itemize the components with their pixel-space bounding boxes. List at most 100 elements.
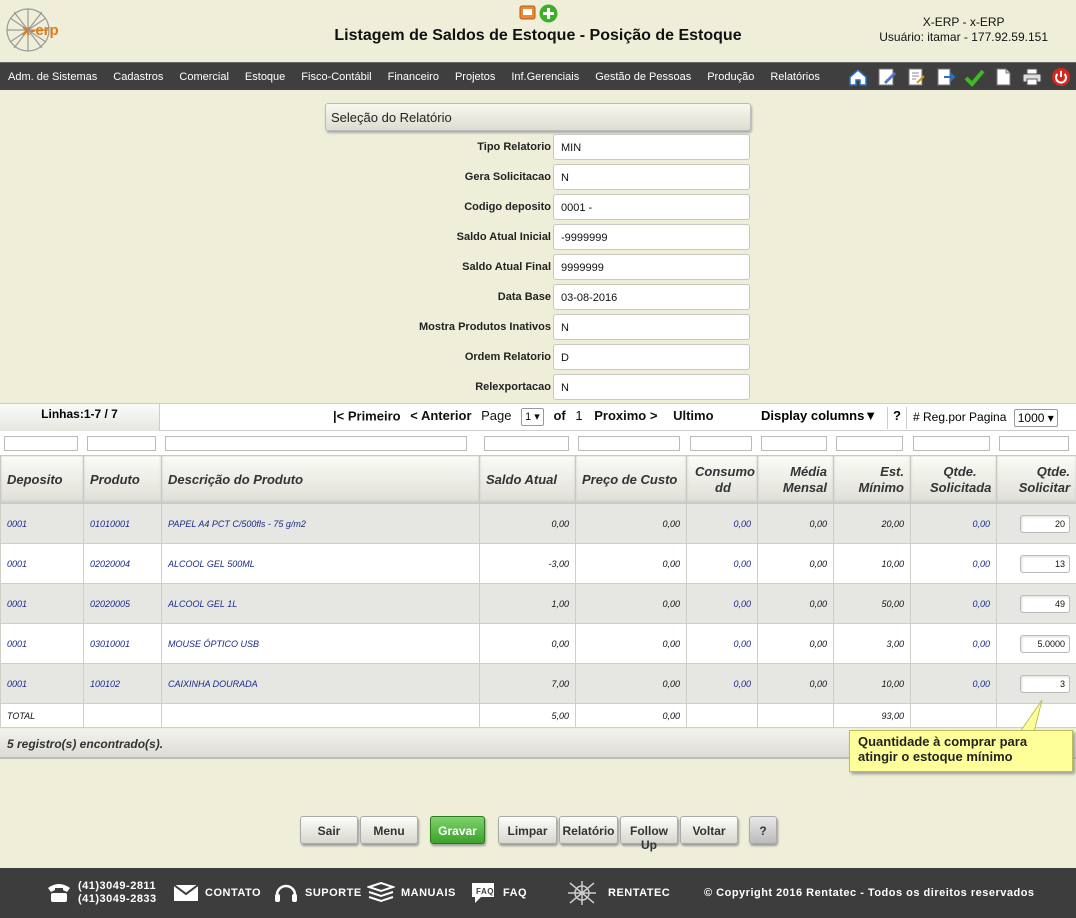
cell-saldo: 7,00 bbox=[479, 663, 576, 704]
filter-consumo-input[interactable] bbox=[690, 436, 752, 451]
col-qtde-solicitada[interactable]: Qtde. Solicitada bbox=[910, 455, 997, 504]
pager-help-button[interactable]: ? bbox=[887, 407, 907, 429]
codigo-deposito-field[interactable]: 0001 - bbox=[553, 194, 750, 220]
print-icon[interactable] bbox=[1021, 66, 1043, 88]
menu-item-comercial[interactable]: Comercial bbox=[171, 71, 237, 83]
table-row[interactable]: 0001 01010001 PAPEL A4 PCT C/500fls - 75 g… bbox=[0, 503, 1076, 544]
cell-solicitada: 0,00 bbox=[910, 623, 997, 664]
first-page-link[interactable]: |< Primeiro bbox=[333, 408, 401, 423]
col-deposito[interactable]: Deposito bbox=[0, 455, 84, 504]
filter-custo-input[interactable] bbox=[578, 436, 680, 451]
menu-item-projetos[interactable]: Projetos bbox=[447, 71, 503, 83]
ordem-relatorio-label: Ordem Relatorio bbox=[464, 351, 551, 363]
table-row[interactable]: 0001 02020005 ALCOOL GEL 1L 1,00 0,00 0,00 0,0… bbox=[0, 583, 1076, 624]
menu-item-cadastros[interactable]: Cadastros bbox=[105, 71, 171, 83]
footer-faq-link[interactable]: FAQ FAQ bbox=[469, 868, 527, 918]
records-per-page-select[interactable]: 1000 ▾ bbox=[1013, 409, 1058, 427]
cell-solicitar: 13 bbox=[996, 543, 1076, 584]
export-icon[interactable] bbox=[934, 66, 956, 88]
qtde-solicitar-input[interactable]: 20 bbox=[1020, 514, 1070, 533]
relexportacao-label: Relexportacao bbox=[475, 381, 551, 393]
follow-up-button[interactable]: Follow Up bbox=[620, 816, 678, 852]
col-est-minimo[interactable]: Est. Mínimo bbox=[833, 455, 911, 504]
page-label: Page bbox=[481, 408, 512, 424]
gera-solicitacao-field[interactable]: N bbox=[553, 164, 750, 190]
cell-produto: 01010001 bbox=[83, 503, 162, 544]
menu-item-financeiro[interactable]: Financeiro bbox=[380, 71, 447, 83]
saldo-atual-inicial-field[interactable]: -9999999 bbox=[553, 224, 750, 250]
filter-solicitar-input[interactable] bbox=[999, 436, 1069, 451]
qtde-solicitar-input[interactable]: 3 bbox=[1020, 674, 1070, 693]
filter-deposito-input[interactable] bbox=[4, 436, 78, 451]
qtde-solicitar-input[interactable]: 5.0000 bbox=[1020, 634, 1070, 653]
col-produto[interactable]: Produto bbox=[83, 455, 162, 504]
cell-produto: 100102 bbox=[83, 663, 162, 704]
ordem-relatorio-field[interactable]: D bbox=[553, 344, 750, 370]
document-edit-icon[interactable] bbox=[905, 66, 927, 88]
col-preco-custo[interactable]: Preço de Custo bbox=[575, 455, 687, 504]
voltar-button[interactable]: Voltar bbox=[680, 816, 738, 844]
prev-page-link[interactable]: < Anterior bbox=[410, 408, 471, 423]
data-base-field[interactable]: 03-08-2016 bbox=[553, 284, 750, 310]
page-icon[interactable] bbox=[992, 66, 1014, 88]
cell-custo: 0,00 bbox=[575, 503, 687, 544]
col-media-mensal[interactable]: Média Mensal bbox=[757, 455, 834, 504]
last-page-link[interactable]: Ultimo bbox=[673, 408, 713, 423]
display-columns-button[interactable]: Display columns▼ bbox=[761, 408, 877, 423]
cell-media: 0,00 bbox=[757, 543, 834, 584]
menu-item-gest-o-de-pessoas[interactable]: Gestão de Pessoas bbox=[587, 71, 699, 83]
mostra-produtos-inativos-field[interactable]: N bbox=[553, 314, 750, 340]
menu-item-adm-de-sistemas[interactable]: Adm. de Sistemas bbox=[0, 71, 105, 83]
power-icon[interactable] bbox=[1050, 66, 1072, 88]
footer-manuais-link[interactable]: MANUAIS bbox=[367, 868, 456, 918]
menu-item-inf-gerenciais[interactable]: Inf.Gerenciais bbox=[503, 71, 587, 83]
col-saldo-atual[interactable]: Saldo Atual bbox=[479, 455, 576, 504]
menu-item-estoque[interactable]: Estoque bbox=[237, 71, 293, 83]
tipo-relatorio-field[interactable]: MIN bbox=[553, 134, 750, 160]
footer-rentatec-link[interactable]: RENTATEC bbox=[566, 868, 670, 918]
relatorio-button[interactable]: Relatório bbox=[559, 816, 618, 844]
cell-solicitada: 0,00 bbox=[910, 663, 997, 704]
home-icon[interactable] bbox=[847, 66, 869, 88]
table-row[interactable]: 0001 100102 CAIXINHA DOURADA 7,00 0,00 0,00 0,… bbox=[0, 663, 1076, 704]
col-qtde-solicitar[interactable]: Qtde. Solicitar bbox=[996, 455, 1076, 504]
filter-produto-input[interactable] bbox=[87, 436, 156, 451]
footer-suporte-link[interactable]: SUPORTE bbox=[273, 868, 362, 918]
sair-button[interactable]: Sair bbox=[300, 816, 358, 844]
col-est-minimo-label: Est. Mínimo bbox=[858, 463, 905, 495]
menu-item-relat-rios[interactable]: Relatórios bbox=[762, 71, 828, 83]
check-icon[interactable] bbox=[963, 66, 985, 88]
presentation-icon[interactable] bbox=[519, 4, 536, 21]
telephone-icon bbox=[48, 884, 70, 902]
filter-solicitada-input[interactable] bbox=[913, 436, 990, 451]
saldo-atual-final-field[interactable]: 9999999 bbox=[553, 254, 750, 280]
col-descricao[interactable]: Descrição do Produto bbox=[161, 455, 480, 504]
page-footer: (41)3049-2811 (41)3049-2833 CONTATO SUPO… bbox=[0, 868, 1076, 918]
suporte-label: SUPORTE bbox=[305, 887, 362, 899]
col-qtde-solicitada-label: Qtde. Solicitada bbox=[930, 463, 992, 495]
help-button[interactable]: ? bbox=[749, 816, 777, 844]
filter-descricao-input[interactable] bbox=[165, 436, 467, 451]
menu-item-produ-o[interactable]: Produção bbox=[699, 71, 762, 83]
add-icon[interactable] bbox=[539, 4, 558, 23]
qtde-solicitar-input[interactable]: 49 bbox=[1020, 594, 1070, 613]
filter-media-input[interactable] bbox=[761, 436, 827, 451]
cell-deposito: 0001 bbox=[0, 583, 84, 624]
edit-icon[interactable] bbox=[876, 66, 898, 88]
next-page-link[interactable]: Proximo > bbox=[594, 408, 657, 423]
filter-saldo-input[interactable] bbox=[484, 436, 569, 451]
limpar-button[interactable]: Limpar bbox=[498, 816, 557, 844]
footer-contato-link[interactable]: CONTATO bbox=[173, 868, 261, 918]
page-select[interactable]: 1 ▾ bbox=[521, 408, 544, 426]
gravar-button[interactable]: Gravar bbox=[430, 816, 485, 844]
filter-minimo-input[interactable] bbox=[836, 436, 903, 451]
qtde-solicitar-input[interactable]: 13 bbox=[1020, 554, 1070, 573]
relexportacao-field[interactable]: N bbox=[553, 374, 750, 400]
table-row[interactable]: 0001 03010001 MOUSE ÓPTICO USB 0,00 0,00 0,00… bbox=[0, 623, 1076, 664]
table-row[interactable]: 0001 02020004 ALCOOL GEL 500ML -3,00 0,00 0,0… bbox=[0, 543, 1076, 584]
menu-button[interactable]: Menu bbox=[360, 816, 418, 844]
total-cell: 93,00 bbox=[833, 703, 911, 728]
col-consumo-dd[interactable]: Consumo dd bbox=[686, 455, 758, 504]
menu-item-fisco-cont-bil[interactable]: Fisco-Contábil bbox=[293, 71, 379, 83]
cell-minimo: 50,00 bbox=[833, 583, 911, 624]
